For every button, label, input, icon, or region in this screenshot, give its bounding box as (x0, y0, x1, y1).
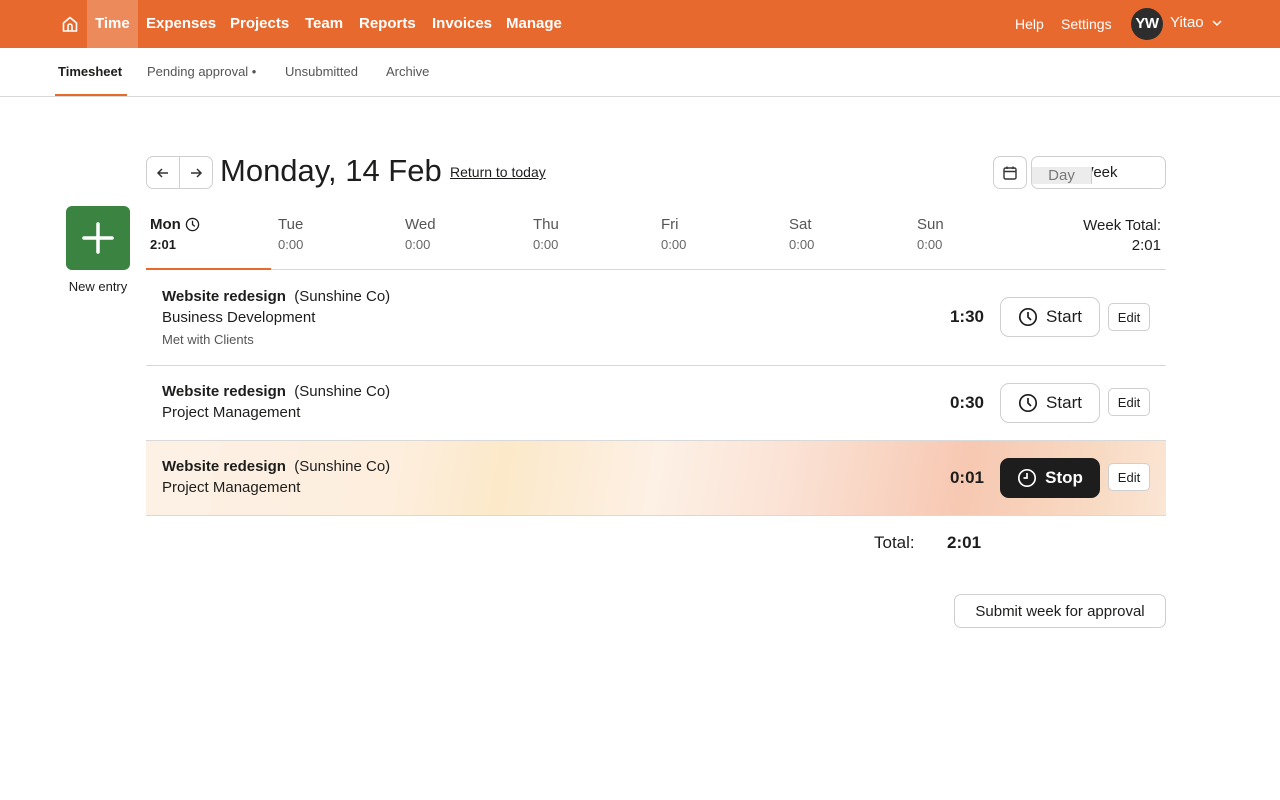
day-name: Sat (789, 216, 812, 233)
arrow-right-icon (191, 167, 203, 178)
clock-icon (1018, 468, 1037, 488)
entry-project: Website redesign (Sunshine Co) (162, 383, 390, 400)
day-tab-sat[interactable]: Sat 0:00 (789, 216, 814, 252)
nav-reports[interactable]: Reports (351, 0, 424, 48)
top-navigation: Time Expenses Projects Team Reports Invo… (0, 0, 1280, 48)
start-timer-button[interactable]: Start (1000, 383, 1100, 423)
arrow-left-icon (156, 167, 168, 178)
day-total: 0:00 (278, 237, 304, 252)
entry-duration: 0:30 (949, 393, 984, 412)
active-tab-indicator (55, 94, 127, 96)
entry-task: Project Management (162, 404, 301, 421)
day-view-button[interactable]: Day (1032, 167, 1092, 184)
entry-duration: 0:01 (949, 468, 984, 487)
day-name: Tue (278, 216, 304, 233)
timer-label: Start (1046, 393, 1082, 412)
nav-team[interactable]: Team (297, 0, 351, 48)
date-navigation (146, 156, 213, 189)
home-icon[interactable] (60, 14, 80, 34)
project-name: Website redesign (162, 458, 286, 475)
view-toggle: Day Week (1031, 156, 1166, 189)
day-tab-mon[interactable]: Mon 2:01 (150, 216, 200, 252)
tab-timesheet[interactable]: Timesheet (58, 48, 122, 96)
entry-project: Website redesign (Sunshine Co) (162, 458, 390, 475)
help-link[interactable]: Help (1015, 0, 1044, 48)
day-total: 0:00 (533, 237, 559, 252)
nav-invoices[interactable]: Invoices (424, 0, 500, 48)
entry-duration: 1:30 (949, 307, 984, 326)
next-day-button[interactable] (179, 157, 212, 188)
timer-label: Stop (1045, 468, 1083, 487)
calendar-button[interactable] (993, 156, 1027, 189)
settings-link[interactable]: Settings (1061, 0, 1112, 48)
timer-label: Start (1046, 307, 1082, 326)
client-name: (Sunshine Co) (294, 383, 391, 400)
plus-icon (82, 222, 114, 254)
day-tab-tue[interactable]: Tue 0:00 (278, 216, 303, 252)
time-entry-row: Website redesign (Sunshine Co) Business … (146, 270, 1166, 366)
day-total: 0:00 (405, 237, 431, 252)
clock-icon (185, 217, 200, 232)
day-name: Thu (533, 216, 559, 233)
nav-expenses[interactable]: Expenses (138, 0, 224, 48)
tab-pending-approval[interactable]: Pending approval • (147, 48, 256, 96)
project-name: Website redesign (162, 288, 286, 305)
avatar[interactable]: YW (1131, 8, 1163, 40)
day-name: Sun (917, 216, 944, 233)
calendar-icon (1003, 166, 1017, 180)
day-total: 0:00 (789, 237, 815, 252)
nav-projects[interactable]: Projects (222, 0, 297, 48)
previous-day-button[interactable] (147, 157, 179, 188)
day-name: Wed (405, 216, 436, 233)
stop-timer-button[interactable]: Stop (1000, 458, 1100, 498)
client-name: (Sunshine Co) (294, 288, 391, 305)
project-name: Website redesign (162, 383, 286, 400)
week-total-label: Week Total: (1083, 217, 1161, 234)
tab-unsubmitted[interactable]: Unsubmitted (285, 48, 358, 96)
clock-icon (1018, 393, 1038, 413)
entry-project: Website redesign (Sunshine Co) (162, 288, 390, 305)
edit-entry-button[interactable]: Edit (1108, 303, 1150, 331)
return-to-today-link[interactable]: Return to today (450, 164, 546, 180)
new-entry-button[interactable] (66, 206, 130, 270)
day-tab-fri[interactable]: Fri 0:00 (661, 216, 686, 252)
clock-icon (1018, 307, 1038, 327)
edit-entry-button[interactable]: Edit (1108, 463, 1150, 491)
day-total: 0:00 (917, 237, 943, 252)
entry-task: Project Management (162, 479, 301, 496)
week-total-value: 2:01 (1131, 237, 1161, 254)
day-tab-thu[interactable]: Thu 0:00 (533, 216, 559, 252)
sub-navigation: Timesheet Pending approval • Unsubmitted… (0, 48, 1280, 97)
week-total: Week Total: 2:01 (1083, 216, 1161, 256)
running-time-entry-row: Website redesign (Sunshine Co) Project M… (146, 441, 1166, 516)
new-entry-label: New entry (68, 279, 128, 294)
edit-entry-button[interactable]: Edit (1108, 388, 1150, 416)
page-title: Monday, 14 Feb (220, 153, 442, 188)
nav-manage[interactable]: Manage (498, 0, 570, 48)
day-total-value: 2:01 (947, 533, 982, 552)
entry-notes: Met with Clients (162, 332, 254, 347)
time-entry-row: Website redesign (Sunshine Co) Project M… (146, 366, 1166, 441)
day-tab-sun[interactable]: Sun 0:00 (917, 216, 944, 252)
tab-archive[interactable]: Archive (386, 48, 429, 96)
client-name: (Sunshine Co) (294, 458, 391, 475)
day-tabs: Mon 2:01 Tue 0:00 Wed 0:00 Thu 0:00 Fri … (146, 206, 1166, 270)
user-menu[interactable]: Yitao (1170, 0, 1204, 48)
start-timer-button[interactable]: Start (1000, 297, 1100, 337)
chevron-down-icon[interactable] (1211, 17, 1223, 29)
day-total: 0:00 (661, 237, 687, 252)
day-tab-wed[interactable]: Wed 0:00 (405, 216, 436, 252)
day-total: 2:01 (150, 237, 177, 252)
day-total-label: Total: (874, 533, 915, 552)
entry-task: Business Development (162, 309, 316, 326)
day-name: Mon (150, 216, 181, 233)
nav-time[interactable]: Time (87, 0, 138, 48)
submit-week-button[interactable]: Submit week for approval (954, 594, 1166, 628)
day-name: Fri (661, 216, 679, 233)
